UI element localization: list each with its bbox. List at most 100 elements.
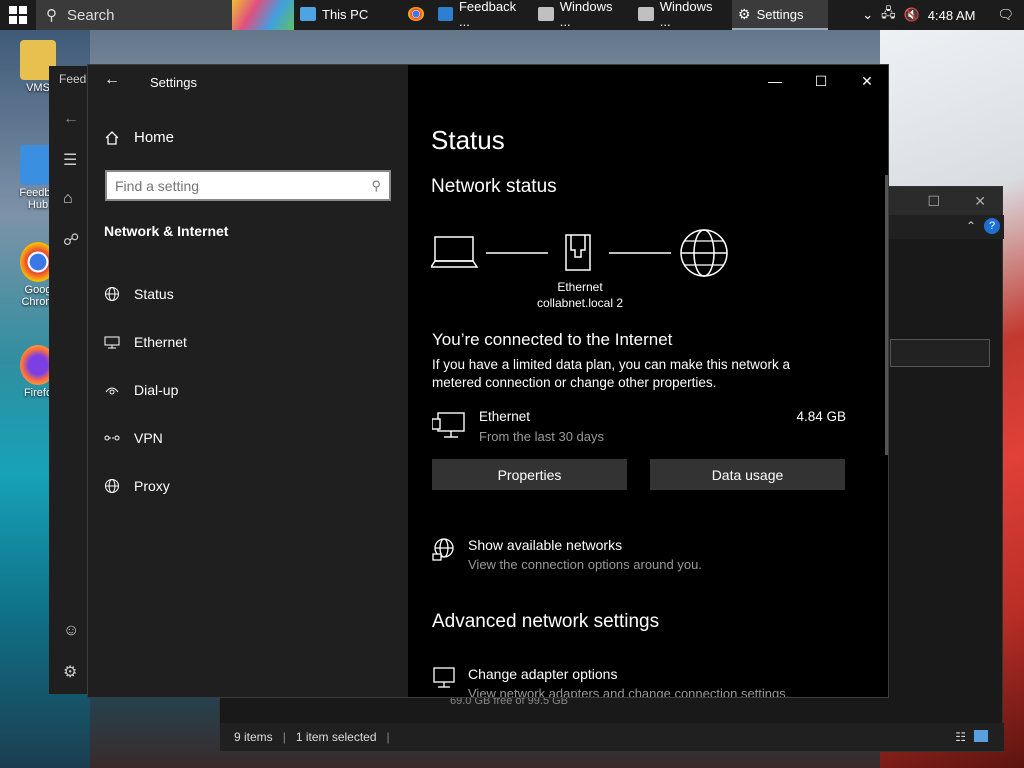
network-globe-icon (432, 538, 454, 561)
settings-search-input[interactable] (115, 177, 372, 194)
change-adapter-options-link[interactable]: Change adapter options View network adap… (432, 666, 789, 697)
nav-item-label: Dial-up (134, 382, 179, 398)
adapter-options-title[interactable]: Change adapter options (468, 666, 617, 682)
search-icon[interactable]: ⚲ (371, 178, 381, 194)
large-icons-view-icon[interactable] (974, 730, 988, 742)
show-networks-description: View the connection options around you. (468, 557, 702, 572)
taskbar-app-chrome[interactable] (402, 0, 432, 30)
show-available-networks-link[interactable]: Show available networks View the connect… (432, 537, 702, 572)
nav-item-vpn[interactable]: VPN (88, 414, 408, 462)
nav-item-label: Ethernet (134, 334, 187, 350)
taskbar-search-box[interactable]: ⚲ Search (36, 0, 294, 30)
diagram-caption-adapter: Ethernet (557, 280, 603, 294)
window-app-icon (638, 7, 654, 21)
taskbar-app-windows-2[interactable]: Windows ... (632, 0, 732, 30)
scrollbar[interactable] (885, 175, 888, 455)
ethernet-icon (104, 334, 120, 350)
connection-status-description: If you have a limited data plan, you can… (432, 357, 790, 390)
ethernet-usage-row: Ethernet From the last 30 days 4.84 GB (432, 407, 846, 447)
selection-count: 1 item selected (295, 730, 377, 744)
show-networks-title[interactable]: Show available networks (468, 537, 622, 553)
chevron-up-icon[interactable]: ⌃ (966, 219, 976, 233)
nav-item-status[interactable]: Status (88, 270, 408, 318)
close-icon[interactable]: ✕ (974, 193, 986, 210)
adapter-monitor-icon (433, 667, 455, 688)
nav-item-proxy[interactable]: Proxy (88, 462, 408, 510)
close-icon[interactable]: ✕ (844, 65, 888, 97)
taskbar-search-label: Search (67, 6, 115, 24)
window-controls: — ☐ ✕ (752, 65, 888, 97)
connection-status-heading: You’re connected to the Internet (432, 330, 673, 349)
ethernet-name: Ethernet (479, 409, 531, 424)
help-icon[interactable]: ? (984, 218, 1000, 234)
data-usage-button[interactable]: Data usage (650, 459, 845, 490)
nav-item-ethernet[interactable]: Ethernet (88, 318, 408, 366)
gear-icon: ⚙ (738, 5, 751, 22)
system-tray: ⌄ 🖧 🔇 4:48 AM 🗨 (862, 4, 1024, 26)
taskbar-app-feedback[interactable]: Feedback ... (432, 0, 532, 30)
back-arrow-icon[interactable]: ← (63, 110, 79, 128)
back-arrow-icon[interactable]: ← (104, 71, 120, 89)
properties-button[interactable]: Properties (432, 459, 627, 490)
home-icon (105, 130, 119, 145)
clock[interactable]: 4:48 AM (928, 8, 976, 23)
category-title: Network & Internet (104, 223, 229, 239)
chrome-icon (408, 7, 424, 21)
status-divider: | (386, 730, 390, 744)
ethernet-period: From the last 30 days (479, 429, 604, 444)
taskbar-app-label: Windows ... (659, 0, 713, 29)
item-count: 9 items (234, 730, 273, 744)
feedback-icon[interactable]: ☍ (63, 230, 79, 250)
minimize-icon[interactable]: — (752, 65, 798, 97)
start-button[interactable] (0, 0, 36, 30)
search-icon: ⚲ (46, 7, 57, 24)
settings-search-field[interactable]: ⚲ (105, 170, 391, 201)
feedback-hub-icon (438, 7, 453, 21)
taskbar-app-windows-1[interactable]: Windows ... (532, 0, 632, 30)
gear-icon[interactable]: ⚙ (63, 662, 77, 682)
section-title-advanced: Advanced network settings (432, 611, 660, 632)
home-label: Home (134, 129, 175, 146)
settings-window[interactable]: ← Settings Home ⚲ Network & Internet Sta… (87, 64, 889, 698)
account-icon[interactable]: ☺ (63, 622, 79, 640)
action-center-icon[interactable]: 🗨 (997, 7, 1014, 23)
ethernet-data-usage: 4.84 GB (796, 409, 846, 424)
explorer-search-field[interactable] (890, 339, 990, 367)
maximize-icon[interactable]: ☐ (798, 65, 844, 97)
taskbar-app-label: This PC (322, 6, 369, 22)
windows-logo-icon (9, 6, 27, 24)
vpn-icon (104, 430, 120, 446)
diagram-caption-network: collabnet.local 2 (536, 296, 624, 310)
page-title: Status (431, 125, 505, 155)
status-divider: | (282, 730, 286, 744)
taskbar-app-label: Settings (756, 6, 804, 22)
globe-icon (680, 229, 728, 277)
volume-muted-icon[interactable]: 🔇 (904, 7, 920, 23)
settings-nav-list: Status Ethernet Dial-up VPN Proxy (88, 270, 408, 510)
taskbar-app-label: Windows ... (559, 0, 613, 29)
window-app-icon (538, 7, 554, 21)
taskbar-app-settings[interactable]: ⚙ Settings (732, 0, 828, 30)
nav-item-label: VPN (134, 430, 163, 446)
details-view-icon[interactable]: ☷ (955, 730, 966, 744)
network-icon[interactable]: 🖧 (881, 4, 896, 26)
desktop-icon-label: VMS (26, 82, 50, 94)
chevron-down-icon[interactable]: ⌄ (862, 7, 873, 23)
hamburger-menu-icon[interactable]: ☰ (63, 150, 77, 170)
taskbar-app-this-pc[interactable]: This PC (294, 0, 402, 30)
nav-item-dialup[interactable]: Dial-up (88, 366, 408, 414)
window-title: Settings (150, 75, 197, 90)
nav-item-label: Status (134, 286, 174, 302)
dialup-icon (104, 382, 120, 398)
laptop-icon (431, 236, 479, 268)
proxy-icon (104, 478, 120, 494)
nav-item-label: Proxy (134, 478, 170, 494)
desktop-icon-label: Firefo (23, 387, 53, 399)
diagram-caption: Ethernet collabnet.local 2 (512, 279, 648, 311)
home-nav-item[interactable]: Home (104, 129, 174, 146)
home-icon[interactable]: ⌂ (63, 190, 73, 208)
section-title-network-status: Network status (431, 176, 557, 197)
maximize-icon[interactable]: ☐ (927, 193, 940, 210)
search-highlight-art (232, 0, 294, 30)
this-pc-icon (300, 7, 316, 21)
